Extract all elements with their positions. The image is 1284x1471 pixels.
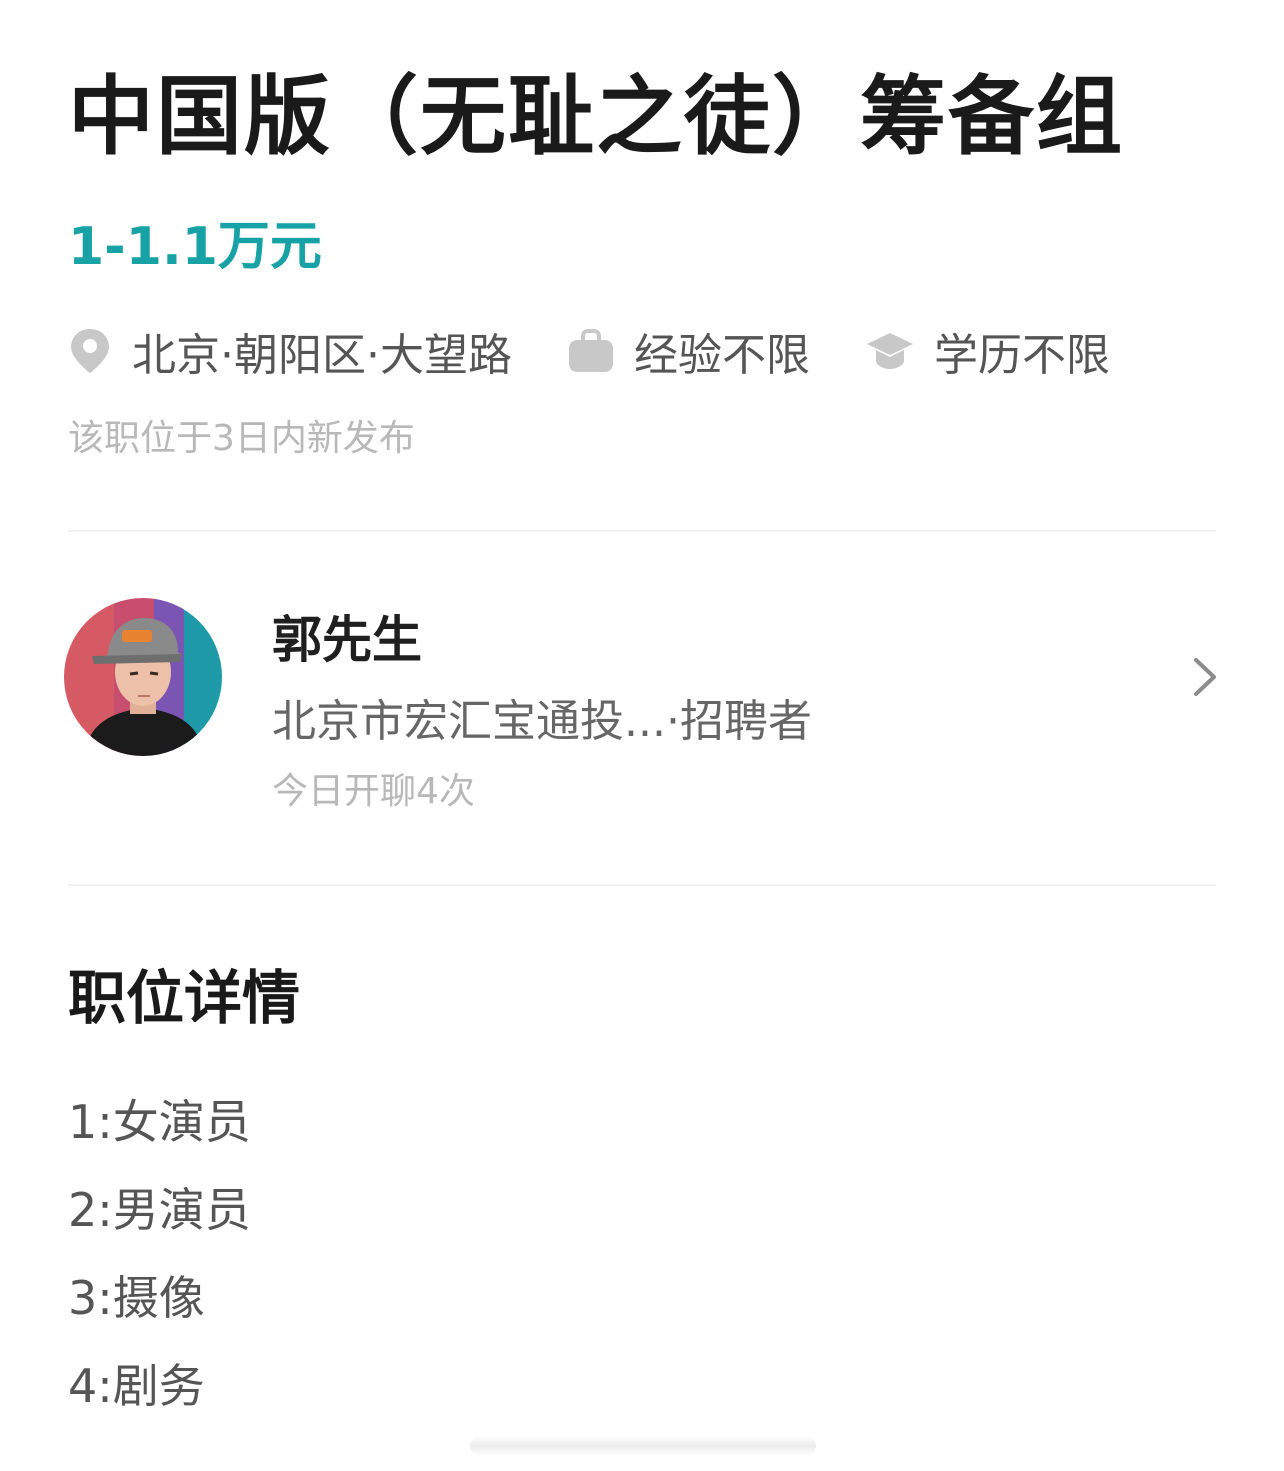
location-pin-icon: [71, 329, 109, 373]
experience-item: 经验不限: [568, 319, 810, 383]
graduation-cap-icon: [866, 333, 913, 369]
experience-text: 经验不限: [633, 330, 810, 381]
job-details-list: 1:女演员 2:男演员 3:摄像 4:剧务: [68, 1090, 251, 1442]
recruiter-name: 郭先生: [272, 611, 422, 669]
chevron-right-icon[interactable]: [1184, 652, 1224, 702]
divider-bottom: [68, 884, 1216, 886]
education-text: 学历不限: [933, 330, 1110, 381]
recruiter-activity: 今日开聊4次: [272, 771, 475, 812]
list-item: 2:男演员: [68, 1183, 251, 1237]
list-item: 4:剧务: [68, 1359, 205, 1413]
location-text: 北京·朝阳区·大望路: [132, 330, 512, 381]
list-item: 1:女演员: [68, 1095, 251, 1149]
briefcase-icon: [568, 329, 613, 372]
education-item: 学历不限: [866, 319, 1110, 383]
location-item: 北京·朝阳区·大望路: [68, 319, 512, 383]
divider-top: [68, 530, 1216, 532]
watermark: [470, 1436, 816, 1456]
list-item: 3:摄像: [68, 1271, 205, 1325]
job-details-heading: 职位详情: [68, 964, 301, 1032]
posted-notice: 该职位于3日内新发布: [68, 418, 415, 459]
recruiter-card[interactable]: 郭先生 北京市宏汇宝通投...·招聘者 今日开聊4次: [64, 596, 1224, 826]
job-title: 中国版（无耻之徒）筹备组: [68, 67, 1124, 167]
avatar[interactable]: [64, 598, 222, 756]
job-meta-row: 北京·朝阳区·大望路 经验不限 学历不限: [68, 318, 1110, 384]
recruiter-company: 北京市宏汇宝通投...·招聘者: [272, 696, 812, 747]
salary-range: 1-1.1万元: [68, 217, 322, 277]
